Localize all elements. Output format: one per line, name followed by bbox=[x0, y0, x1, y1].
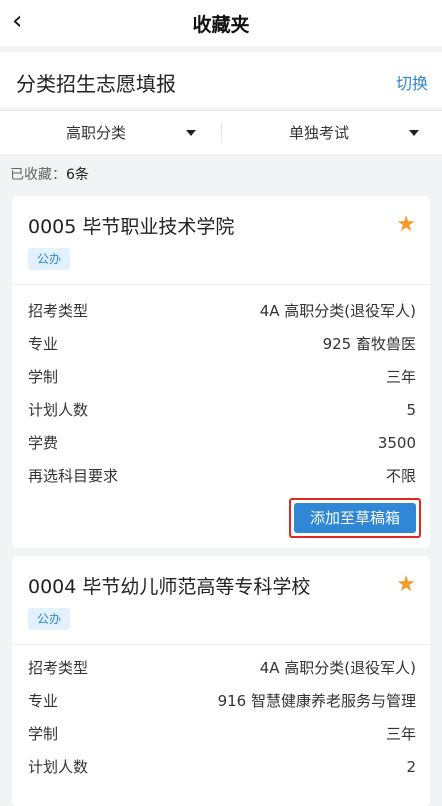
info-row: 专业 925 畜牧兽医 bbox=[28, 332, 416, 356]
add-to-draft-button[interactable]: 添加至草稿箱 bbox=[294, 503, 416, 533]
info-value: 5 bbox=[406, 401, 416, 419]
info-row: 计划人数 2 bbox=[28, 755, 416, 779]
caret-down-icon bbox=[409, 130, 419, 136]
info-value: 不限 bbox=[385, 467, 416, 485]
filter-bar: 高职分类 单独考试 bbox=[0, 110, 442, 154]
info-row: 招考类型 4A 高职分类(退役军人) bbox=[28, 656, 416, 680]
info-key: 学制 bbox=[28, 368, 59, 386]
info-value: 916 智慧健康养老服务与管理 bbox=[217, 692, 416, 710]
star-icon[interactable]: ★ bbox=[396, 572, 416, 597]
info-key: 招考类型 bbox=[28, 302, 89, 320]
info-key: 学费 bbox=[28, 434, 59, 452]
info-key: 学制 bbox=[28, 725, 59, 743]
filter-category-label: 高职分类 bbox=[66, 124, 127, 142]
info-row: 招考类型 4A 高职分类(退役军人) bbox=[28, 299, 416, 323]
info-row: 再选科目要求 不限 bbox=[28, 464, 416, 488]
filter-exam-dropdown[interactable]: 单独考试 bbox=[221, 111, 442, 155]
section-header: 分类招生志愿填报 切换 bbox=[0, 52, 442, 108]
school-name: 0004 毕节幼儿师范高等专科学校 bbox=[28, 576, 311, 598]
info-key: 再选科目要求 bbox=[28, 467, 119, 485]
saved-count: 已收藏：6条 bbox=[10, 164, 89, 184]
ownership-badge: 公办 bbox=[28, 608, 71, 630]
info-value: 三年 bbox=[385, 725, 416, 743]
caret-down-icon bbox=[186, 130, 196, 136]
saved-count-value: 6条 bbox=[66, 167, 89, 183]
school-card[interactable]: 0004 毕节幼儿师范高等专科学校 ★ 公办 招考类型 4A 高职分类(退役军人)… bbox=[12, 556, 430, 806]
info-key: 专业 bbox=[28, 692, 59, 710]
info-row: 学制 三年 bbox=[28, 365, 416, 389]
top-nav-bar: ‹ 收藏夹 bbox=[0, 0, 442, 46]
info-key: 招考类型 bbox=[28, 659, 89, 677]
highlight-box: 添加至草稿箱 bbox=[289, 498, 421, 538]
divider bbox=[12, 644, 430, 645]
info-value: 3500 bbox=[377, 434, 416, 452]
info-row: 学制 三年 bbox=[28, 722, 416, 746]
info-row: 专业 916 智慧健康养老服务与管理 bbox=[28, 689, 416, 713]
info-key: 计划人数 bbox=[28, 401, 89, 419]
school-card[interactable]: 0005 毕节职业技术学院 ★ 公办 招考类型 4A 高职分类(退役军人) 专业 9… bbox=[12, 196, 430, 548]
page-title: 收藏夹 bbox=[192, 14, 250, 36]
info-key: 计划人数 bbox=[28, 758, 89, 776]
divider bbox=[12, 284, 430, 285]
ownership-badge: 公办 bbox=[28, 248, 71, 270]
filter-exam-label: 单独考试 bbox=[289, 124, 350, 142]
info-key: 专业 bbox=[28, 335, 59, 353]
school-name: 0005 毕节职业技术学院 bbox=[28, 216, 235, 238]
filter-category-dropdown[interactable]: 高职分类 bbox=[0, 111, 221, 155]
info-value: 4A 高职分类(退役军人) bbox=[259, 659, 416, 677]
saved-count-label: 已收藏： bbox=[10, 167, 66, 183]
star-icon[interactable]: ★ bbox=[396, 212, 416, 237]
info-value: 2 bbox=[406, 758, 416, 776]
info-value: 925 畜牧兽医 bbox=[322, 335, 416, 353]
info-row: 计划人数 5 bbox=[28, 398, 416, 422]
info-value: 三年 bbox=[385, 368, 416, 386]
switch-link[interactable]: 切换 bbox=[396, 70, 428, 94]
section-title: 分类招生志愿填报 bbox=[16, 72, 176, 96]
info-value: 4A 高职分类(退役军人) bbox=[259, 302, 416, 320]
info-row: 学费 3500 bbox=[28, 431, 416, 455]
